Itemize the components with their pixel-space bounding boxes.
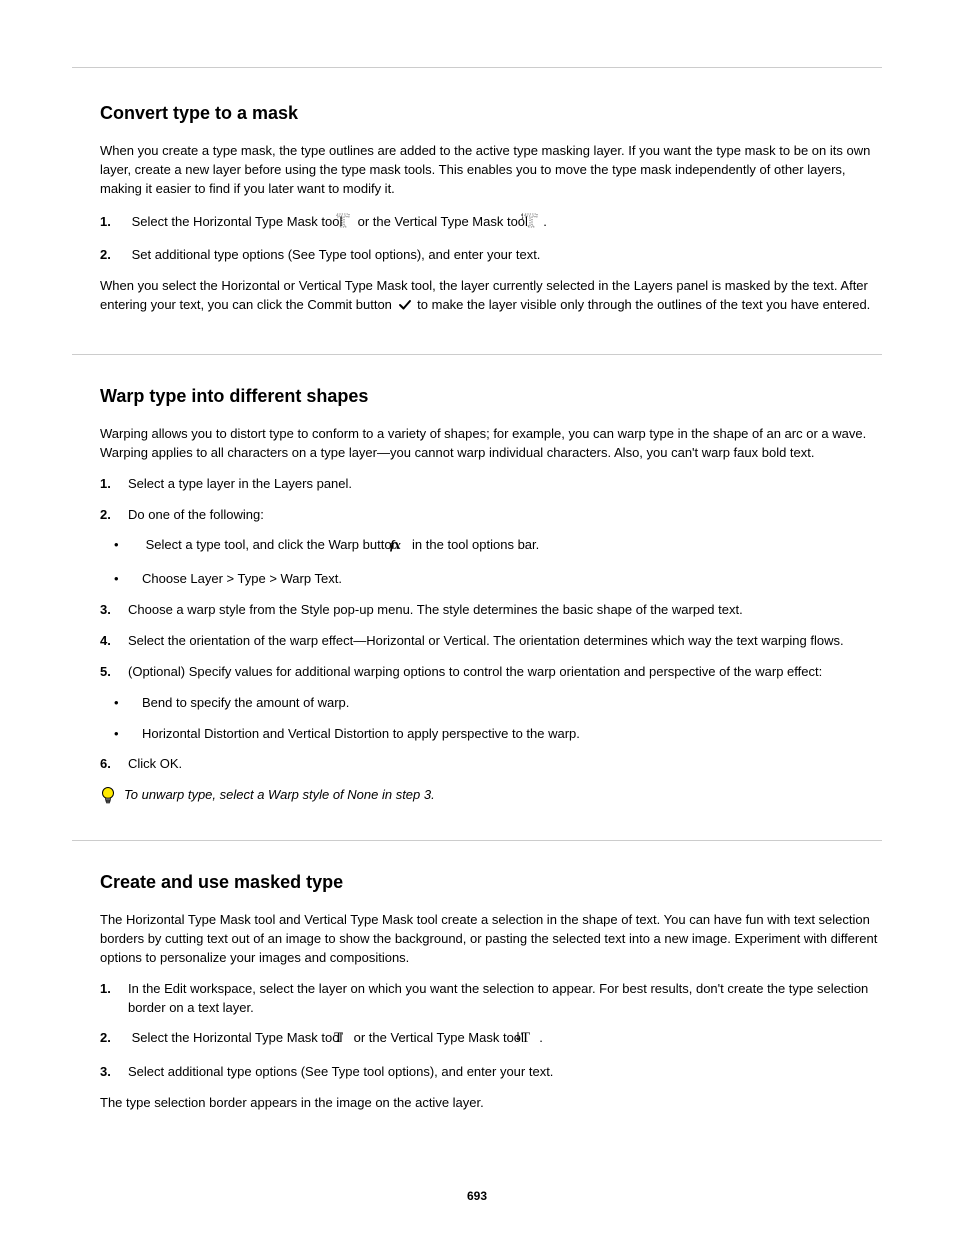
step-1: 1.Select a type layer in the Layers pane… [128, 475, 882, 494]
vertical-type-mask-icon [534, 211, 538, 235]
page-number: 693 [0, 1188, 954, 1205]
step-1: 1.In the Edit workspace, select the laye… [128, 980, 882, 1018]
tip-text: To unwarp type, select a Warp style of N… [124, 786, 882, 805]
para: Warping allows you to distort type to co… [100, 425, 882, 463]
svg-text:fx: fx [390, 538, 401, 552]
step-1: 1. Select the Horizontal Type Mask tool … [128, 211, 882, 235]
svg-text:T: T [521, 1030, 530, 1045]
vertical-type-tool-icon: T [530, 1029, 534, 1051]
step-5: 5.(Optional) Specify values for addition… [128, 663, 882, 682]
svg-text:T: T [334, 1030, 343, 1045]
heading-create-use-masked-type: Create and use masked type [100, 869, 882, 895]
step-4: 4.Select the orientation of the warp eff… [128, 632, 882, 651]
horizontal-type-mask-icon [348, 211, 352, 235]
para: The type selection border appears in the… [100, 1094, 882, 1113]
step-3: 3.Choose a warp style from the Style pop… [128, 601, 882, 620]
commit-check-icon [398, 298, 412, 318]
step-6: 6.Click OK. [128, 755, 882, 774]
para: When you create a type mask, the type ou… [100, 142, 882, 199]
step-2: 2. Set additional type options (See Type… [128, 246, 882, 265]
heading-warp-type: Warp type into different shapes [100, 383, 882, 409]
lightbulb-icon [100, 786, 116, 812]
step-2: 2. Select the Horizontal Type Mask tool … [128, 1029, 882, 1051]
step-3: 3.Select additional type options (See Ty… [128, 1063, 882, 1082]
substep: •Horizontal Distortion and Vertical Dist… [142, 725, 882, 744]
step-2: 2.Do one of the following: [128, 506, 882, 525]
para: When you select the Horizontal or Vertic… [100, 277, 882, 318]
para: The Horizontal Type Mask tool and Vertic… [100, 911, 882, 968]
substep: •Choose Layer > Type > Warp Text. [142, 570, 882, 589]
heading-convert-type-mask: Convert type to a mask [100, 100, 882, 126]
tip: To unwarp type, select a Warp style of N… [100, 786, 882, 812]
warp-fx-icon: fx [404, 538, 406, 558]
substep: •Bend to specify the amount of warp. [142, 694, 882, 713]
substep: • Select a type tool, and click the Warp… [142, 536, 882, 558]
